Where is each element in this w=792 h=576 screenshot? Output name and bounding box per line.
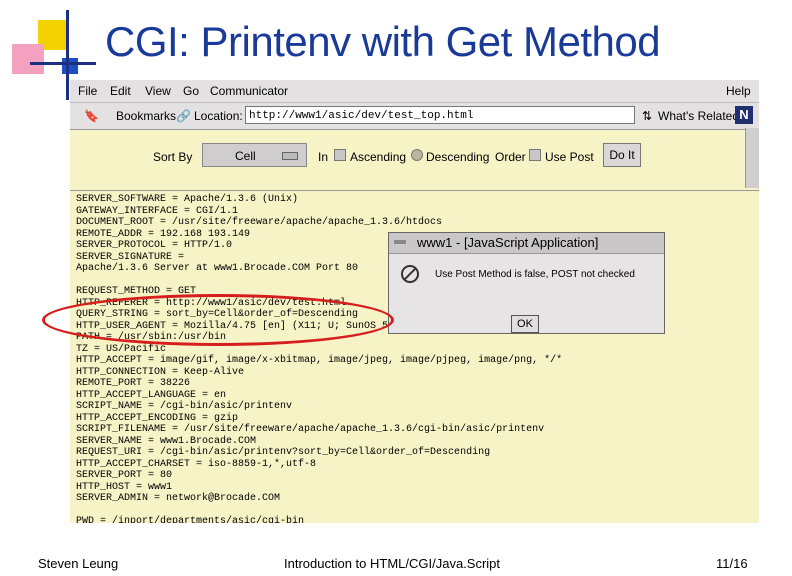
location-toolbar: 🔖 Bookmarks 🔗 Location: http://www1/asic… (70, 102, 759, 130)
corner-square-blue (62, 58, 78, 74)
descending-label: Descending (426, 150, 490, 164)
footer-author: Steven Leung (38, 556, 119, 571)
bookmarks-icon[interactable]: 🔖 (84, 109, 99, 123)
footer-course: Introduction to HTML/CGI/Java.Script (284, 556, 501, 571)
window-menu-icon[interactable] (394, 240, 406, 244)
ok-button[interactable]: OK (511, 315, 539, 333)
location-label: Location: (194, 109, 243, 123)
menu-communicator[interactable]: Communicator (210, 84, 288, 98)
netscape-logo: N (735, 106, 753, 124)
location-icon: 🔗 (176, 109, 191, 123)
ascending-label: Ascending (350, 150, 407, 164)
in-label: In (318, 150, 329, 164)
use-post-label: Use Post (545, 150, 594, 164)
sort-by-select[interactable]: Cell (202, 143, 307, 167)
sort-by-select-value: Cell (235, 149, 256, 163)
footer-page-number: 11/16 (716, 556, 748, 571)
use-post-checkbox[interactable] (529, 149, 541, 161)
menu-go[interactable]: Go (183, 84, 199, 98)
divider (70, 190, 759, 191)
whats-related-button[interactable]: What's Related (658, 109, 739, 123)
dialog-titlebar[interactable]: www1 - [JavaScript Application] (389, 233, 664, 254)
prohibited-icon (401, 265, 419, 283)
menu-edit[interactable]: Edit (110, 84, 131, 98)
javascript-alert-dialog: www1 - [JavaScript Application] Use Post… (388, 232, 665, 334)
descending-radio[interactable] (411, 149, 423, 161)
highlight-ellipse (42, 294, 394, 346)
corner-line-horizontal (30, 62, 96, 65)
url-field[interactable]: http://www1/asic/dev/test_top.html (245, 106, 635, 124)
select-indicator-icon (282, 152, 298, 160)
slide-title: CGI: Printenv with Get Method (105, 18, 661, 65)
corner-line-vertical (66, 10, 69, 100)
sort-by-label: Sort By (153, 150, 193, 164)
sort-form: Sort By Cell In Ascending Descending Ord… (70, 135, 759, 175)
order-label: Order (495, 150, 526, 164)
do-it-button[interactable]: Do It (603, 143, 641, 167)
dialog-title: www1 - [JavaScript Application] (417, 235, 599, 250)
menu-bar: File Edit View Go Communicator Help (70, 80, 759, 102)
menu-view[interactable]: View (145, 84, 171, 98)
ascending-radio[interactable] (334, 149, 346, 161)
bookmarks-button[interactable]: Bookmarks (116, 109, 176, 123)
menu-file[interactable]: File (78, 84, 97, 98)
whats-related-icon[interactable]: ⇅ (642, 109, 652, 123)
dialog-message: Use Post Method is false, POST not check… (435, 269, 635, 280)
corner-square-pink (12, 44, 44, 74)
menu-help[interactable]: Help (726, 84, 751, 98)
